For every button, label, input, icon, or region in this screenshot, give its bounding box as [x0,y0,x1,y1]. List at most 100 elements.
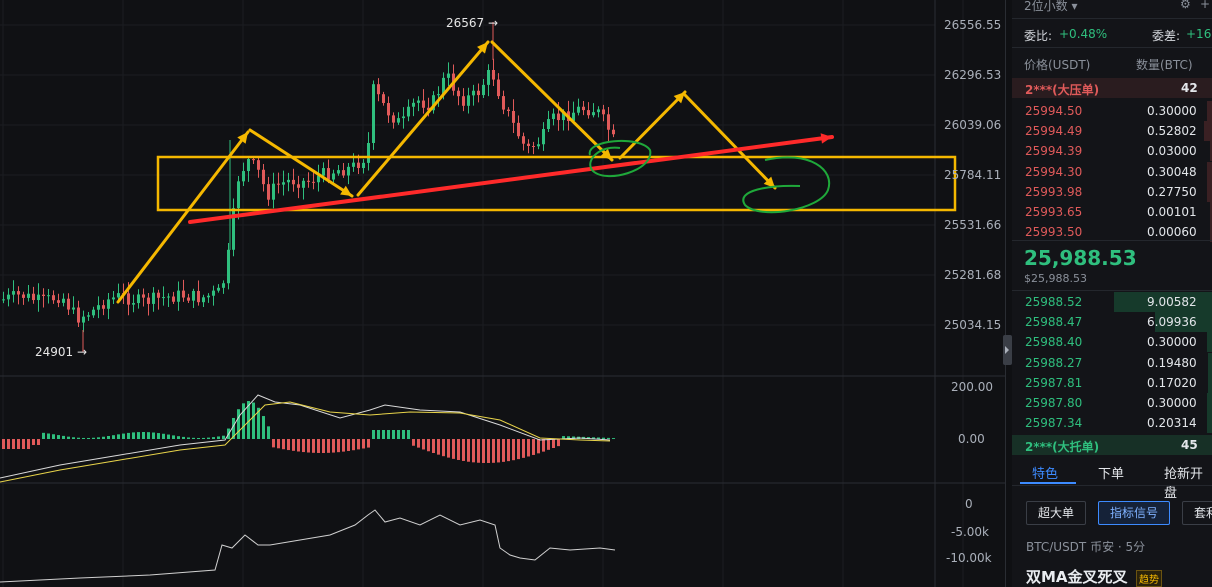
precision-selector[interactable]: 2位小数 ▾ [1024,0,1078,14]
candle-body [532,145,535,147]
macd-bar [112,435,115,439]
candle-body [102,305,105,309]
bid-qty: 0.17020 [1147,375,1197,390]
bid-qty: 0.30000 [1147,335,1197,350]
macd-bar [352,439,355,451]
ask-price: 25993.65 [1025,205,1083,219]
candle-body [467,95,470,106]
bid-row[interactable]: 25988.27 0.19480 [1012,352,1212,373]
candle-body [582,106,585,111]
ask-qty: 0.30048 [1147,164,1197,179]
macd-bar [337,439,340,453]
candle-body [92,309,95,316]
candle-body [87,315,90,317]
ask-row[interactable]: 25994.30 0.30048 [1012,161,1212,182]
macd-bar [267,426,270,439]
bid-row[interactable]: 25987.80 0.30000 [1012,393,1212,413]
macd-bar [117,434,120,439]
candle-body [167,296,170,298]
macd-bar [522,439,525,458]
macd-bar [332,439,335,453]
macd-bar [527,439,530,457]
collapse-panel-handle[interactable] [1003,335,1012,365]
tab-place-order[interactable]: 下单 [1098,463,1124,482]
macd-bar [167,434,170,439]
macd-bar [147,432,150,439]
macd-bar [612,438,615,439]
ask-price: 25993.98 [1025,184,1083,199]
settings-icon[interactable]: ⚙ [1180,0,1191,11]
bid-depth-bar [1207,413,1212,434]
bid-qty: 0.19480 [1147,355,1197,370]
candle-body [77,307,80,323]
ask-row[interactable]: 25993.65 0.00101 [1012,202,1212,222]
more-icon[interactable]: + [1200,0,1210,11]
candle-body [172,296,175,302]
candle-body [447,73,450,78]
bid-depth-bar [1208,372,1212,393]
macd-bar [142,432,145,439]
macd-bar [457,439,460,460]
indicator-signal-button[interactable]: 指标信号 [1098,501,1170,525]
big-bid-row[interactable]: 2***(大托单) 45 [1012,435,1212,455]
price-axis-label: 26556.55 [944,18,1002,32]
volume-axis-label: -10.00k [946,551,992,565]
tab-new-listing[interactable]: 抢新开盘 [1164,463,1212,501]
ask-row[interactable]: 25994.49 0.52802 [1012,121,1212,142]
bid-qty: 9.00582 [1147,295,1197,309]
macd-bar [27,439,30,449]
candle-body [12,291,15,295]
bid-row[interactable]: 25987.81 0.17020 [1012,372,1212,393]
candle-body [612,129,615,135]
candle-body [337,170,340,174]
ask-row[interactable]: 25993.98 0.27750 [1012,181,1212,202]
candle-body [27,293,30,298]
ask-price: 25994.30 [1025,164,1083,179]
bid-price: 25988.27 [1025,355,1083,370]
active-tab-indicator [1020,482,1076,484]
macd-bar [357,439,360,450]
macd-bar [197,437,200,439]
candle-body [342,170,345,176]
candle-body [422,100,425,108]
macd-bar [447,439,450,458]
ask-row[interactable]: 25994.50 0.30000 [1012,101,1212,121]
candle-body [517,122,520,137]
large-order-button[interactable]: 超大单 [1026,501,1086,525]
tab-features[interactable]: 特色 [1032,463,1058,482]
bid-row[interactable]: 25987.34 0.20314 [1012,413,1212,434]
price-axis-label: 26296.53 [944,68,1002,82]
candlestick-chart-canvas[interactable] [0,0,1005,587]
candle-body [157,292,160,298]
macd-bar [397,430,400,439]
macd-bar [292,439,295,451]
price-chart[interactable]: 26556.55 26296.53 26039.06 25784.11 2553… [0,0,1005,587]
bid-price: 25988.47 [1025,315,1083,330]
macd-bar [17,439,20,449]
candle-body [352,162,355,167]
arbitrage-button[interactable]: 套利 [1182,501,1212,525]
macd-bar [602,437,605,439]
big-ask-row[interactable]: 2***(大压单) 42 [1012,78,1212,98]
ask-row[interactable]: 25994.39 0.03000 [1012,141,1212,162]
target-circle [742,156,831,214]
macd-bar [157,433,160,439]
macd-bar [82,437,85,439]
ratio-label: 委比: [1024,29,1053,43]
macd-dif-line [0,394,611,479]
candle-body [242,171,245,182]
bid-row[interactable]: 25988.47 6.09936 [1012,312,1212,333]
macd-bar [62,435,65,439]
bid-row[interactable]: 25988.52 9.00582 [1012,292,1212,312]
candle-body [207,295,210,298]
bid-row[interactable]: 25988.40 0.30000 [1012,332,1212,353]
macd-bar [342,439,345,452]
candle-body [57,300,60,303]
candle-body [377,84,380,95]
candle-body [262,169,265,185]
macd-bar [462,439,465,461]
candle-body [292,179,295,185]
candle-body [372,84,375,144]
macd-bar [52,434,55,439]
macd-bar [67,436,70,439]
